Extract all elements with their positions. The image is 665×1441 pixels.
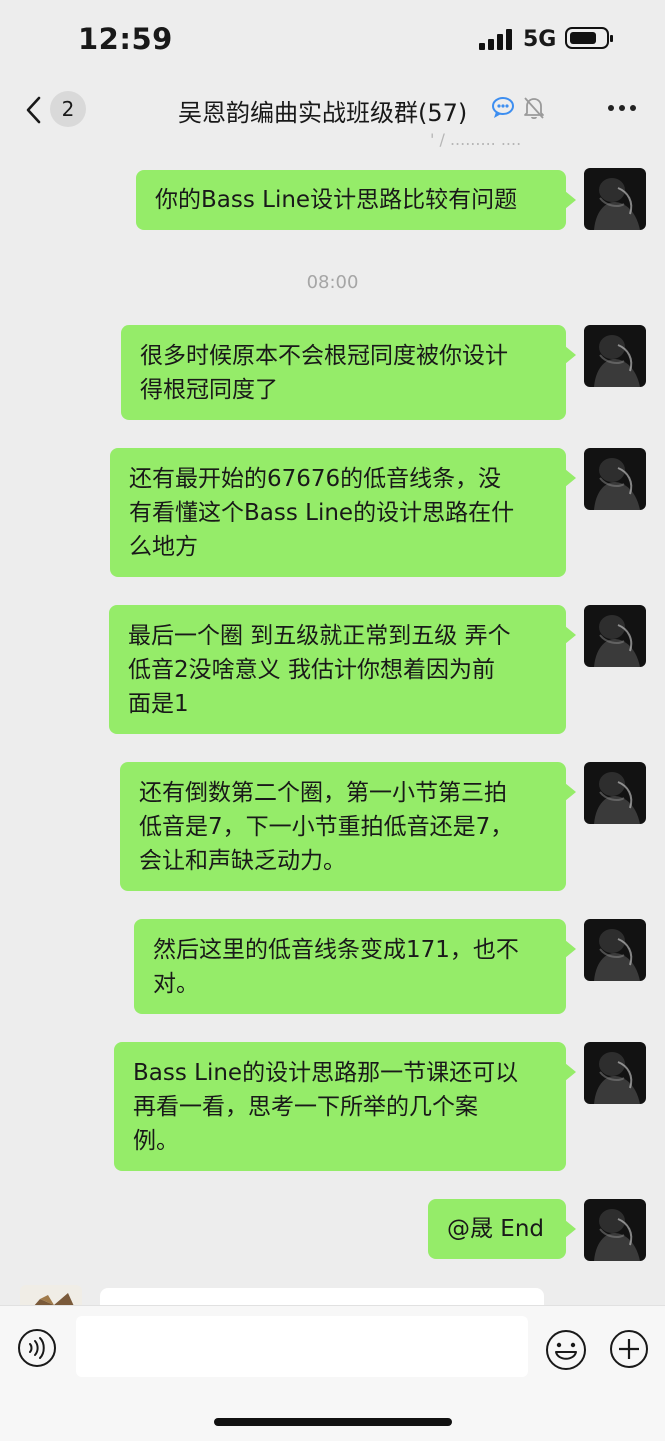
plus-button[interactable] [608, 1328, 650, 1370]
chat-title[interactable]: 吴恩韵编曲实战班级群(57) [178, 93, 467, 128]
message-bubble[interactable]: 很多时候原本不会根冠同度被你设计 得根冠同度了 [121, 325, 576, 420]
voice-icon [18, 1329, 56, 1367]
input-bar [0, 1305, 665, 1441]
avatar[interactable] [584, 762, 646, 824]
back-button[interactable] [20, 90, 50, 130]
avatar[interactable] [584, 325, 646, 387]
avatar-photo [584, 448, 646, 510]
faded-scroll-text: ' / ......... .... [430, 130, 522, 149]
message-bubble[interactable]: @晟 End [428, 1199, 576, 1259]
network-label: 5G [523, 27, 557, 52]
more-button[interactable] [606, 96, 638, 120]
home-indicator [214, 1418, 452, 1426]
message-bubble[interactable]: 你的Bass Line设计思路比较有问题 [136, 170, 576, 230]
avatar-photo [584, 605, 646, 667]
avatar[interactable] [584, 448, 646, 510]
emoji-icon [546, 1330, 586, 1370]
message-input[interactable] [76, 1316, 528, 1377]
title-icons [490, 94, 550, 122]
mute-bell-icon [524, 97, 544, 120]
message-bubble[interactable]: 最后一个圈 到五级就正常到五级 弄个 低音2没啥意义 我估计你想着因为前 面是1 [109, 605, 576, 734]
timestamp: 08:00 [306, 272, 359, 293]
avatar-photo [584, 1199, 646, 1261]
status-bar: 12:59 5G [0, 0, 665, 80]
message-bubble[interactable]: Bass Line的设计思路那一节课还可以 再看一看，思考一下所举的几个案 例。 [114, 1042, 576, 1171]
avatar[interactable] [584, 1042, 646, 1104]
voice-button[interactable] [17, 1328, 57, 1368]
avatar[interactable] [584, 168, 646, 230]
battery-icon [565, 27, 613, 49]
message-bubble[interactable]: 还有倒数第二个圈，第一小节第三拍 低音是7，下一小节重拍低音还是7， 会让和声缺… [120, 762, 576, 891]
avatar-photo [584, 919, 646, 981]
avatar[interactable] [584, 1199, 646, 1261]
unread-badge[interactable]: 2 [50, 91, 86, 127]
signal-icon [479, 28, 515, 50]
status-time: 12:59 [78, 22, 173, 56]
avatar-photo [584, 1042, 646, 1104]
message-bubble[interactable]: 还有最开始的67676的低音线条，没 有看懂这个Bass Line的设计思路在什… [110, 448, 576, 577]
avatar-photo [584, 325, 646, 387]
chevron-left-icon [26, 96, 41, 124]
avatar[interactable] [584, 605, 646, 667]
chat-bubble-icon [492, 97, 514, 118]
avatar-photo [584, 762, 646, 824]
avatar-photo [584, 168, 646, 230]
plus-icon [610, 1330, 648, 1368]
message-bubble[interactable]: 然后这里的低音线条变成171，也不 对。 [134, 919, 576, 1014]
emoji-button[interactable] [544, 1328, 588, 1372]
avatar[interactable] [584, 919, 646, 981]
